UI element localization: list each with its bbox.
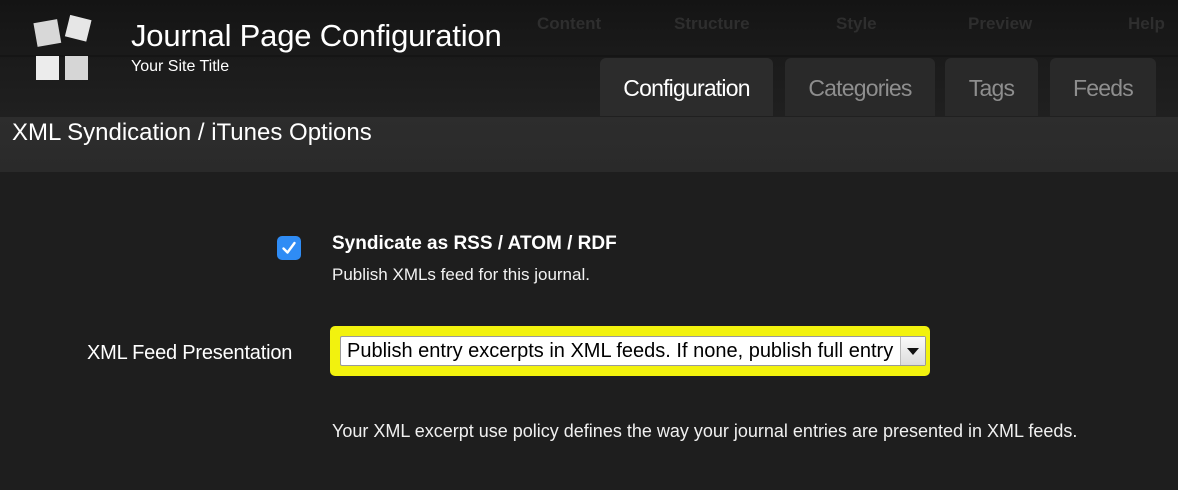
tab-tags[interactable]: Tags [945, 58, 1038, 116]
checkmark-icon [282, 241, 296, 254]
background-nav-item: Style [836, 14, 877, 33]
feed-presentation-label: XML Feed Presentation [87, 342, 293, 364]
header-divider [0, 55, 1178, 57]
syndicate-label: Syndicate as RSS / ATOM / RDF [332, 233, 617, 254]
tab-categories[interactable]: Categories [785, 58, 935, 116]
background-nav-item: Preview [968, 14, 1033, 33]
feed-presentation-selected-value: Publish entry excerpts in XML feeds. If … [347, 340, 894, 362]
page-title: Journal Page Configuration [131, 18, 502, 53]
tab-configuration[interactable]: Configuration [600, 58, 773, 116]
site-title: Your Site Title [131, 58, 230, 75]
section-title: XML Syndication / iTunes Options [12, 119, 372, 146]
header: Content Structure Style Preview Help Jou… [0, 0, 1178, 117]
feed-presentation-select[interactable]: Publish entry excerpts in XML feeds. If … [340, 336, 926, 366]
app-logo-icon [30, 14, 96, 84]
syndicate-help-text: Publish XMLs feed for this journal. [332, 265, 590, 284]
chevron-down-icon[interactable] [900, 337, 925, 365]
feed-presentation-highlight: Publish entry excerpts in XML feeds. If … [330, 326, 930, 376]
tab-feeds[interactable]: Feeds [1050, 58, 1156, 116]
feed-presentation-help-text: Your XML excerpt use policy defines the … [332, 421, 1078, 441]
background-nav-item: Structure [674, 14, 750, 33]
syndicate-checkbox[interactable] [277, 236, 301, 260]
background-nav-item: Help [1128, 14, 1165, 33]
background-nav-item: Content [537, 14, 602, 33]
